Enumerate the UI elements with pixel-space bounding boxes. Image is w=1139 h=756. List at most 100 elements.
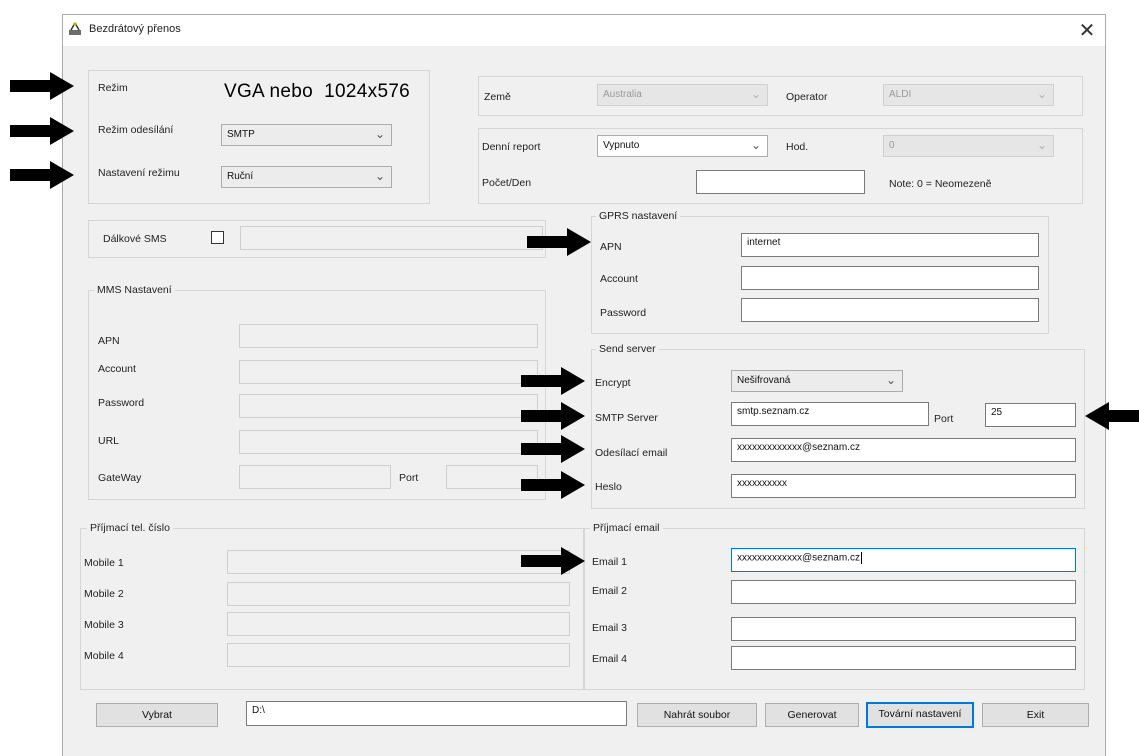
country-label: Země [484,91,511,103]
gprs-apn-input[interactable]: internet [741,233,1039,257]
smtp-server-input[interactable]: smtp.seznam.cz [731,402,929,426]
sender-email-label: Odesílací email [595,447,668,459]
mobile-4-label: Mobile 4 [84,650,124,662]
daily-report-label: Denní report [482,141,541,153]
mms-url-input[interactable] [239,430,538,454]
arrow-icon [521,367,585,395]
chevron-down-icon: ⌄ [374,127,385,141]
title-bar [63,15,1105,46]
email-3-input[interactable] [731,617,1076,641]
daily-report-value: Vypnuto [603,140,640,151]
hour-select[interactable]: 0 ⌄ [883,135,1054,157]
email-4-input[interactable] [731,646,1076,670]
chevron-down-icon: ⌄ [750,87,761,101]
password-label: Heslo [595,481,622,493]
email-2-label: Email 2 [592,585,628,597]
country-select[interactable]: Australia ⌄ [597,84,768,106]
arrow-icon [521,402,585,430]
mms-account-label: Account [98,363,136,375]
sender-email-input[interactable]: xxxxxxxxxxxxx@seznam.cz [731,438,1076,462]
gprs-apn-label: APN [600,241,622,253]
mode-setting-label: Nastavení režimu [98,167,180,179]
email-3-label: Email 3 [592,622,628,634]
mobile-1-label: Mobile 1 [84,557,124,569]
arrow-icon [10,72,74,100]
smtp-server-label: SMTP Server [595,412,658,424]
email-1-label: Email 1 [592,556,628,568]
mms-password-input[interactable] [239,394,538,418]
gprs-account-input[interactable] [741,266,1039,290]
mode-setting-value: Ruční [227,171,254,182]
select-button[interactable]: Vybrat [96,703,218,727]
email-2-input[interactable] [731,580,1076,604]
smtp-port-label: Port [934,413,954,425]
mobile-2-label: Mobile 2 [84,588,124,600]
arrow-icon [521,547,585,575]
password-input[interactable]: xxxxxxxxxx [731,474,1076,498]
hour-value: 0 [889,140,895,151]
mobile-3-input[interactable] [227,612,570,636]
send-server-group-title: Send server [596,343,659,355]
country-value: Australia [603,89,642,100]
remote-sms-checkbox[interactable] [211,231,224,244]
gprs-password-input[interactable] [741,298,1039,322]
mms-apn-label: APN [98,335,120,347]
gprs-group-title: GPRS nastavení [596,210,681,222]
chevron-down-icon: ⌄ [374,169,385,183]
file-path-input[interactable]: D:\ [246,701,627,726]
hour-label: Hod. [786,141,809,153]
arrow-icon [527,228,591,256]
count-per-day-input[interactable] [696,170,865,194]
mobile-4-input[interactable] [227,643,570,667]
count-per-day-label: Počet/Den [482,177,532,189]
note-text: Note: 0 = Neomezeně [889,178,992,190]
send-mode-value: SMTP [227,129,255,140]
smtp-port-input[interactable]: 25 [985,403,1076,427]
exit-button[interactable]: Exit [982,703,1089,727]
operator-select[interactable]: ALDI ⌄ [883,84,1054,106]
chevron-down-icon: ⌄ [1036,87,1047,101]
remote-sms-input[interactable] [240,226,543,250]
receive-phone-group-title: Příjmací tel. číslo [87,522,173,534]
app-icon [67,21,83,37]
mobile-3-label: Mobile 3 [84,619,124,631]
mode-setting-select[interactable]: Ruční ⌄ [221,166,392,188]
email-1-value: xxxxxxxxxxxxx@seznam.cz [737,552,860,564]
mode-label: Režim [98,82,128,94]
text-caret [860,552,862,564]
arrow-icon [10,161,74,189]
mobile-1-input[interactable] [227,550,570,574]
encrypt-label: Encrypt [595,377,631,389]
arrow-icon [521,471,585,499]
mms-gateway-label: GateWay [98,472,142,484]
mms-password-label: Password [98,397,145,409]
mms-apn-input[interactable] [239,324,538,348]
gprs-password-label: Password [600,307,647,319]
chevron-down-icon: ⌄ [1036,138,1047,152]
gprs-account-label: Account [600,273,638,285]
chevron-down-icon: ⌄ [885,373,896,387]
email-1-input[interactable]: xxxxxxxxxxxxx@seznam.cz [731,548,1076,572]
mms-account-input[interactable] [239,360,538,384]
mms-group-title: MMS Nastavení [94,284,175,296]
arrow-icon [1085,402,1139,430]
encrypt-value: Nešifrovaná [737,375,791,386]
generate-button[interactable]: Generovat [765,703,859,727]
email-4-label: Email 4 [592,653,628,665]
mms-url-label: URL [98,435,120,447]
chevron-down-icon: ⌄ [750,138,761,152]
encrypt-select[interactable]: Nešifrovaná ⌄ [731,370,903,392]
operator-value: ALDI [889,89,912,100]
window-title: Bezdrátový přenos [89,23,181,35]
arrow-icon [521,435,585,463]
arrow-icon [10,117,74,145]
mms-port-label: Port [399,472,419,484]
close-icon[interactable]: ✕ [1074,18,1100,44]
send-mode-select[interactable]: SMTP ⌄ [221,124,392,146]
mobile-2-input[interactable] [227,582,570,606]
factory-settings-button[interactable]: Tovární nastavení [866,702,974,728]
receive-email-group-title: Příjmací email [590,522,663,534]
upload-file-button[interactable]: Nahrát soubor [637,703,757,727]
mms-gateway-input[interactable] [239,465,391,489]
daily-report-select[interactable]: Vypnuto ⌄ [597,135,768,157]
